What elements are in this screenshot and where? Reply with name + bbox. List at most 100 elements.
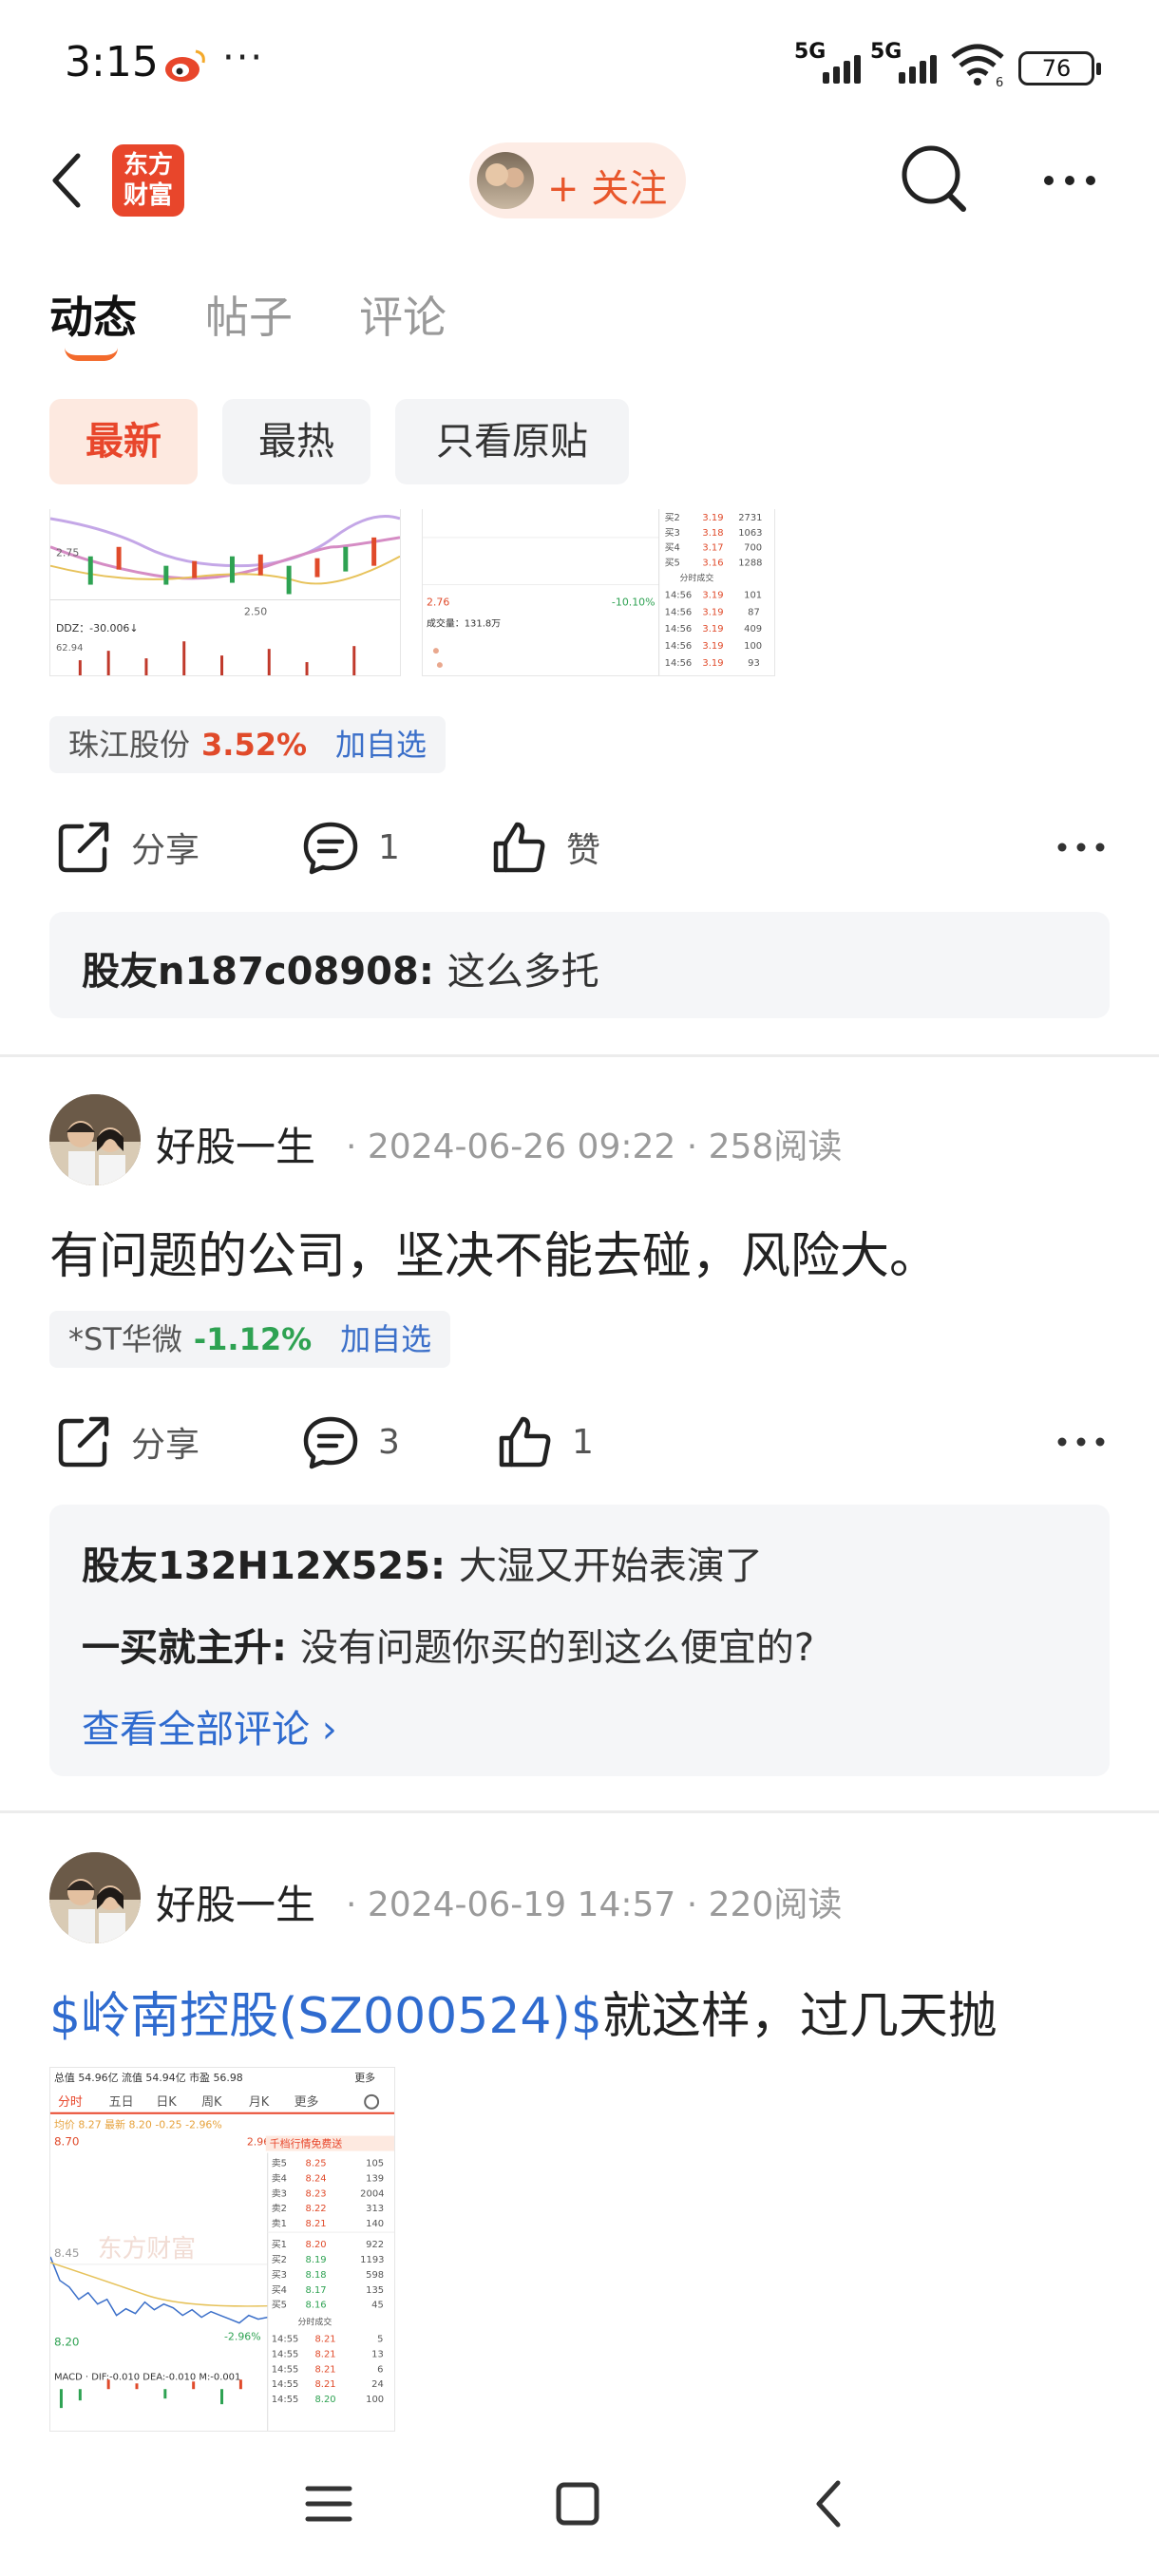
- post-text[interactable]: 有问题的公司，坚决不能去碰，风险大。: [49, 1216, 939, 1287]
- svg-text:139: 139: [366, 2173, 384, 2184]
- thumbs-up-icon: [499, 1416, 551, 1468]
- stock-mention-link[interactable]: $岭南控股(SZ000524)$: [49, 1988, 602, 2045]
- svg-text:101: 101: [744, 590, 762, 600]
- svg-text:6: 6: [377, 2364, 383, 2375]
- filter-original-only[interactable]: 只看原贴: [395, 399, 629, 484]
- comment-button[interactable]: 1: [300, 809, 400, 885]
- svg-text:13: 13: [371, 2349, 384, 2359]
- svg-text:买4: 买4: [272, 2284, 287, 2296]
- comment-item: 一买就主升: 没有问题你买的到这么便宜的?: [82, 1626, 815, 1670]
- svg-text:14:56: 14:56: [665, 641, 693, 652]
- svg-text:8.70: 8.70: [54, 2135, 80, 2149]
- thumbs-up-icon: [493, 822, 545, 873]
- stock-tag[interactable]: *ST华微 -1.12% 加自选: [49, 1311, 451, 1368]
- svg-text:3.18: 3.18: [702, 528, 723, 539]
- post-author[interactable]: 好股一生: [156, 1873, 315, 1931]
- svg-text:922: 922: [366, 2240, 384, 2250]
- svg-text:409: 409: [744, 624, 762, 635]
- comment-icon: [303, 822, 358, 875]
- follow-label: + 关注: [547, 167, 668, 211]
- svg-text:8.17: 8.17: [306, 2285, 327, 2296]
- svg-text:卖2: 卖2: [272, 2203, 287, 2214]
- svg-text:卖3: 卖3: [272, 2188, 287, 2199]
- svg-text:105: 105: [366, 2158, 384, 2169]
- svg-text:总值 54.96亿 流值 54.94亿 市盈 56.98: 总值 54.96亿 流值 54.94亿 市盈 56.98: [54, 2071, 243, 2084]
- view-all-comments-link[interactable]: 查看全部评论 ›: [82, 1698, 337, 1753]
- svg-text:3.19: 3.19: [702, 607, 723, 617]
- action-row: 分享 1 赞: [0, 809, 1159, 885]
- status-bar: 3:15 ··· 5G 5G 6 76: [0, 0, 1159, 133]
- post-text[interactable]: $岭南控股(SZ000524)$就这样，过几天抛: [49, 1976, 998, 2047]
- follow-button[interactable]: + 关注: [469, 142, 686, 218]
- search-icon[interactable]: [901, 142, 969, 215]
- comment-item: 股友132H12X525: 大湿又开始表演了: [82, 1544, 763, 1588]
- home-icon[interactable]: [540, 2466, 616, 2542]
- svg-text:140: 140: [366, 2219, 384, 2229]
- like-button[interactable]: 赞: [488, 809, 600, 885]
- avatar[interactable]: [49, 1852, 141, 1943]
- app-logo: 东方 财富: [112, 144, 184, 217]
- svg-text:598: 598: [366, 2270, 384, 2281]
- svg-text:分时成交: 分时成交: [298, 2317, 332, 2328]
- tab-posts[interactable]: 帖子: [205, 283, 293, 346]
- menu-icon[interactable]: [291, 2466, 367, 2542]
- svg-text:3.19: 3.19: [702, 590, 723, 600]
- comments-box[interactable]: 股友n187c08908: 这么多托: [49, 912, 1110, 1018]
- svg-text:千档行情免费送: 千档行情免费送: [270, 2137, 343, 2150]
- add-watchlist-link[interactable]: 加自选: [340, 1321, 431, 1357]
- svg-text:3.16: 3.16: [702, 559, 723, 569]
- svg-text:8.25: 8.25: [306, 2158, 327, 2169]
- weibo-icon: [165, 49, 205, 82]
- like-button[interactable]: 1: [494, 1404, 594, 1480]
- stock-change: 3.52%: [201, 727, 308, 763]
- svg-text:8.21: 8.21: [314, 2379, 335, 2390]
- more-options-icon[interactable]: [1056, 838, 1106, 857]
- svg-text:8.45: 8.45: [54, 2246, 80, 2260]
- post-image-intraday[interactable]: 2.76 -10.10% 成交量：131.8万 买2 3.19 2731 买3 3.1…: [422, 509, 775, 676]
- svg-text:8.21: 8.21: [306, 2219, 327, 2229]
- stock-change: -1.12%: [193, 1321, 313, 1357]
- svg-text:卖5: 卖5: [272, 2157, 287, 2169]
- post-image-kline[interactable]: 2.75 2.50 DDZ：-30.006↓ 62.94: [49, 509, 401, 676]
- more-icon[interactable]: [1041, 169, 1098, 192]
- svg-text:93: 93: [748, 658, 760, 669]
- filter-hottest[interactable]: 最热: [222, 399, 370, 484]
- svg-text:8.24: 8.24: [306, 2173, 327, 2184]
- svg-text:24: 24: [371, 2379, 384, 2390]
- tab-comments[interactable]: 评论: [359, 283, 446, 346]
- stock-tag[interactable]: 珠江股份 3.52% 加自选: [49, 716, 446, 773]
- comment-button[interactable]: 3: [300, 1404, 400, 1480]
- share-button[interactable]: 分享: [53, 1404, 200, 1480]
- add-watchlist-link[interactable]: 加自选: [335, 727, 427, 763]
- svg-text:东方财富: 东方财富: [98, 2235, 196, 2263]
- svg-text:8.20: 8.20: [306, 2240, 327, 2250]
- svg-text:700: 700: [744, 543, 762, 554]
- tab-dynamics[interactable]: 动态: [49, 283, 137, 346]
- filter-latest[interactable]: 最新: [49, 399, 198, 484]
- back-icon[interactable]: [48, 150, 86, 211]
- svg-text:3.19: 3.19: [702, 658, 723, 669]
- svg-text:更多: 更多: [294, 2095, 319, 2110]
- comments-box[interactable]: 股友132H12X525: 大湿又开始表演了 一买就主升: 没有问题你买的到这么…: [49, 1505, 1110, 1776]
- svg-text:2.76: 2.76: [427, 596, 449, 608]
- back-nav-icon[interactable]: [792, 2466, 868, 2542]
- share-icon: [58, 1416, 109, 1468]
- svg-text:均价 8.27 最新 8.20 -0.25 -2.96%: 均价 8.27 最新 8.20 -0.25 -2.96%: [54, 2118, 222, 2131]
- svg-text:1193: 1193: [360, 2255, 384, 2265]
- avatar[interactable]: [49, 1094, 141, 1185]
- svg-text:分时: 分时: [58, 2095, 83, 2110]
- svg-text:14:55: 14:55: [272, 2364, 299, 2375]
- svg-text:五日: 五日: [109, 2095, 134, 2110]
- svg-text:14:56: 14:56: [665, 590, 693, 600]
- post-author[interactable]: 好股一生: [156, 1115, 315, 1173]
- svg-text:2.50: 2.50: [244, 605, 267, 617]
- svg-text:8.20: 8.20: [314, 2395, 335, 2405]
- svg-text:月K: 月K: [249, 2095, 270, 2110]
- svg-text:卖4: 卖4: [272, 2172, 287, 2184]
- post-image-intraday[interactable]: 总值 54.96亿 流值 54.94亿 市盈 56.98 更多 分时 五日 日K…: [49, 2067, 395, 2432]
- share-button[interactable]: 分享: [53, 809, 200, 885]
- system-navigation-bar: [0, 2432, 1159, 2576]
- svg-text:成交量：131.8万: 成交量：131.8万: [427, 616, 501, 629]
- svg-text:313: 313: [366, 2204, 384, 2214]
- more-options-icon[interactable]: [1056, 1432, 1106, 1451]
